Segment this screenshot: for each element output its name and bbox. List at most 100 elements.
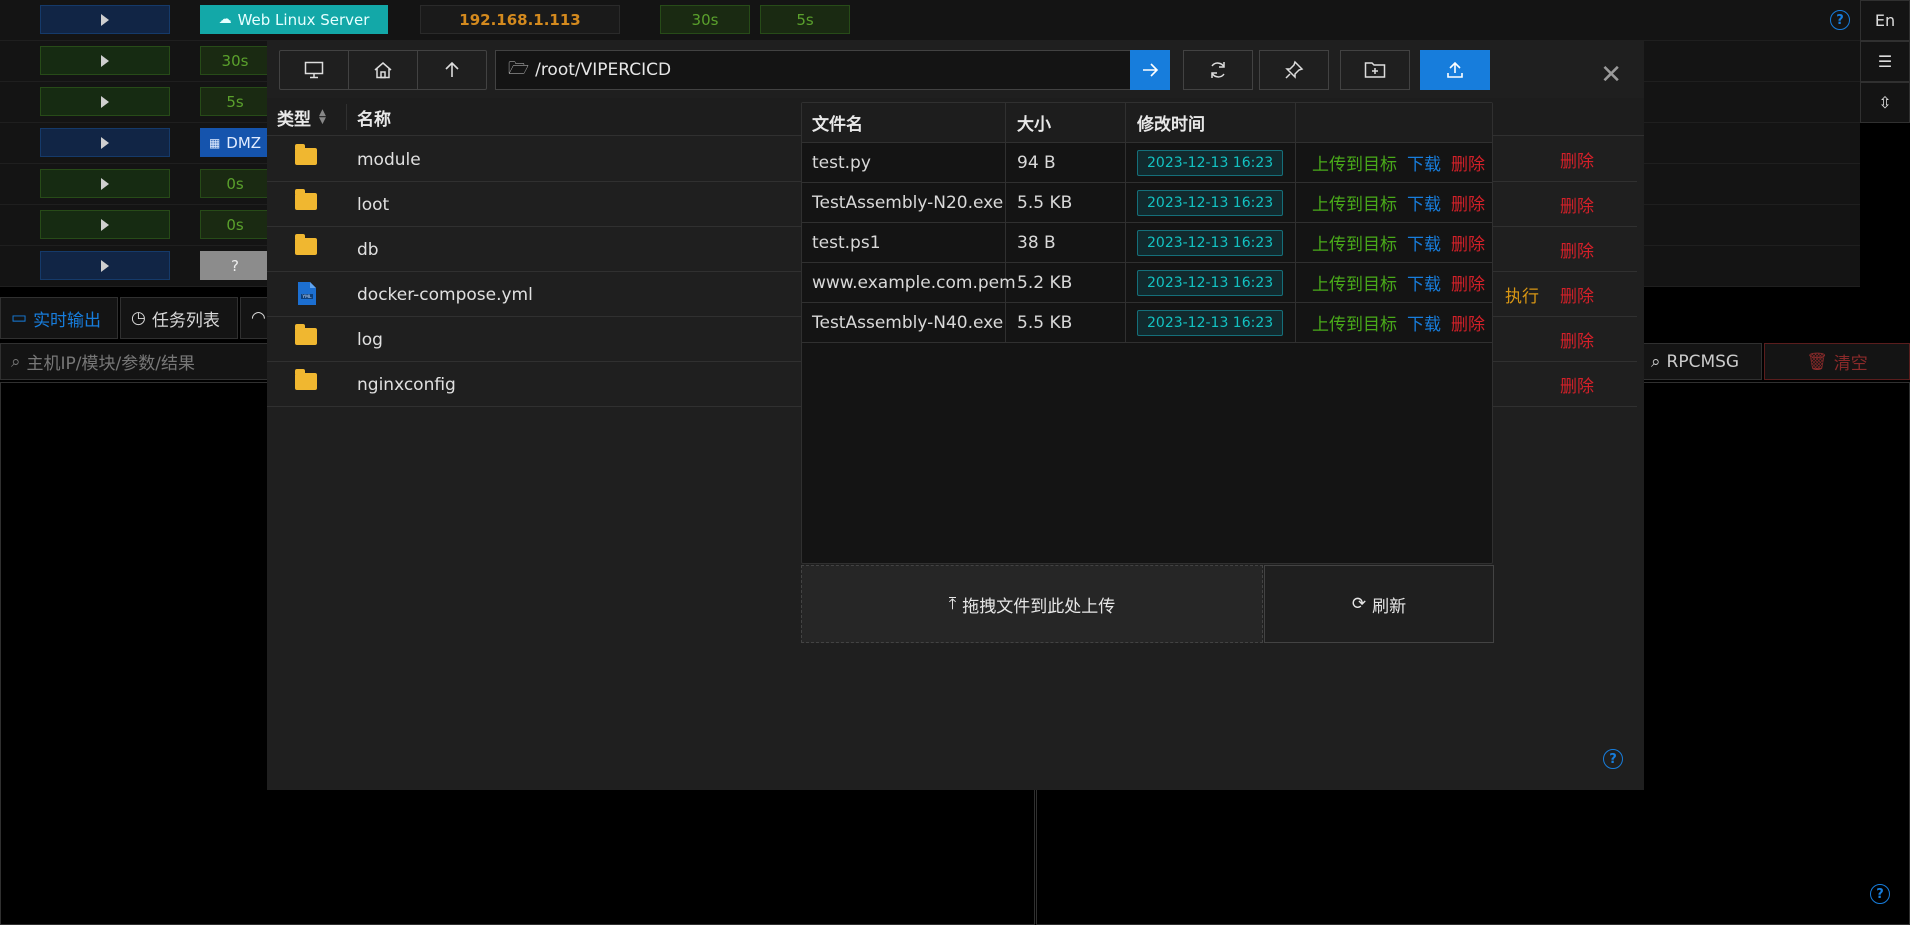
- home-button[interactable]: [348, 50, 418, 90]
- monitor-icon: [304, 61, 324, 79]
- table-row[interactable]: test.ps1 38 B 2023-12-13 16:23 上传到目标 下载 …: [802, 223, 1492, 263]
- item-name[interactable]: module: [357, 137, 421, 182]
- folder-add-icon: [1364, 62, 1386, 78]
- tab-task-list[interactable]: ◷ 任务列表: [120, 297, 238, 339]
- download-link[interactable]: 下载: [1407, 230, 1441, 255]
- expand-button[interactable]: [40, 251, 170, 280]
- help-icon[interactable]: ?: [1603, 749, 1623, 769]
- menu-icon[interactable]: ☰: [1860, 41, 1910, 82]
- file-name: test.py: [812, 152, 871, 173]
- refresh-button[interactable]: ⟳ 刷新: [1264, 565, 1494, 643]
- delete-link[interactable]: 删除: [1560, 317, 1594, 362]
- download-link[interactable]: 下载: [1407, 270, 1441, 295]
- path-input[interactable]: 🗁 /root/VIPERCICD: [495, 50, 1137, 90]
- heartbeat-badge: 30s: [660, 5, 750, 34]
- item-name[interactable]: docker-compose.yml: [357, 272, 533, 317]
- item-name[interactable]: db: [357, 227, 379, 272]
- table-row[interactable]: TestAssembly-N40.exe 5.5 KB 2023-12-13 1…: [802, 303, 1492, 343]
- expand-button[interactable]: [40, 46, 170, 75]
- tab-headset[interactable]: ◠: [240, 297, 270, 339]
- upload-icon: ⤒: [948, 594, 957, 614]
- column-type[interactable]: 类型 ▲ ▼: [277, 98, 326, 136]
- item-name[interactable]: loot: [357, 182, 389, 227]
- delete-link[interactable]: 删除: [1451, 150, 1485, 175]
- delete-link[interactable]: 删除: [1451, 230, 1485, 255]
- download-link[interactable]: 下载: [1407, 190, 1441, 215]
- clear-button[interactable]: 🗑 清空: [1764, 343, 1910, 380]
- download-link[interactable]: 下载: [1407, 310, 1441, 335]
- delete-link[interactable]: 删除: [1451, 190, 1485, 215]
- mtime-tag: 2023-12-13 16:23: [1137, 269, 1284, 296]
- language-button[interactable]: En: [1860, 0, 1910, 41]
- upload-icon: [1447, 61, 1463, 78]
- delete-link[interactable]: 删除: [1560, 137, 1594, 182]
- clock-icon: ◷: [131, 308, 146, 328]
- folder-icon: [295, 369, 317, 390]
- delete-link[interactable]: 删除: [1560, 272, 1594, 317]
- column-name: 名称: [357, 109, 391, 130]
- go-button[interactable]: [1130, 50, 1170, 90]
- tab-realtime-output[interactable]: ▭ 实时输出: [0, 297, 118, 339]
- host-row[interactable]: ☁ Web Linux Server 192.168.1.113 30s 5s …: [0, 0, 1860, 41]
- mtime-tag: 2023-12-13 16:23: [1137, 309, 1284, 336]
- expand-button[interactable]: [40, 210, 170, 239]
- table-row[interactable]: test.py 94 B 2023-12-13 16:23 上传到目标 下载 删…: [802, 143, 1492, 183]
- execute-link[interactable]: 执行: [1505, 272, 1539, 317]
- column-filename: 文件名: [812, 115, 863, 135]
- sync-icon: ⟳: [1351, 594, 1367, 614]
- close-icon[interactable]: ✕: [1600, 62, 1622, 88]
- trash-icon: 🗑: [1806, 351, 1828, 372]
- file-size: 38 B: [1017, 232, 1056, 253]
- play-icon: [101, 54, 109, 67]
- download-link[interactable]: 下载: [1407, 150, 1441, 175]
- mtime-tag: 2023-12-13 16:23: [1137, 229, 1284, 256]
- table-row[interactable]: TestAssembly-N20.exe 5.5 KB 2023-12-13 1…: [802, 183, 1492, 223]
- item-name[interactable]: log: [357, 317, 383, 362]
- delete-link[interactable]: 删除: [1560, 227, 1594, 272]
- heartbeat-badge: 0s: [200, 210, 270, 239]
- expand-button[interactable]: [40, 169, 170, 198]
- upload-to-target-link[interactable]: 上传到目标: [1312, 230, 1397, 255]
- folder-icon: [295, 324, 317, 345]
- host-tag: ☁ Web Linux Server: [200, 5, 388, 34]
- parent-dir-button[interactable]: [417, 50, 487, 90]
- reload-button[interactable]: [1183, 50, 1253, 90]
- heartbeat-badge: 0s: [200, 169, 270, 198]
- help-icon[interactable]: ?: [1830, 10, 1850, 30]
- upload-to-target-link[interactable]: 上传到目标: [1312, 310, 1397, 335]
- table-row[interactable]: www.example.com.pem 5.2 KB 2023-12-13 16…: [802, 263, 1492, 303]
- delete-link[interactable]: 删除: [1451, 310, 1485, 335]
- host-ip[interactable]: 192.168.1.113: [420, 5, 620, 34]
- heartbeat-badge: 5s: [200, 87, 270, 116]
- upload-button[interactable]: [1420, 50, 1490, 90]
- play-icon: [101, 95, 109, 108]
- upload-to-target-link[interactable]: 上传到目标: [1312, 150, 1397, 175]
- file-size: 94 B: [1017, 152, 1056, 173]
- file-table-header: 文件名 大小 修改时间: [802, 103, 1492, 143]
- network-tag: ▦ DMZ: [200, 128, 270, 157]
- pin-button[interactable]: [1259, 50, 1329, 90]
- file-name: TestAssembly-N20.exe: [812, 192, 1004, 213]
- new-folder-button[interactable]: [1340, 50, 1410, 90]
- delete-link[interactable]: 删除: [1560, 182, 1594, 227]
- help-icon[interactable]: ?: [1870, 884, 1890, 904]
- rpc-search-input[interactable]: ⌕ RPCMSG: [1640, 343, 1762, 380]
- column-mtime: 修改时间: [1137, 115, 1205, 135]
- upload-to-target-link[interactable]: 上传到目标: [1312, 190, 1397, 215]
- expand-button[interactable]: [40, 128, 170, 157]
- desktop-button[interactable]: [279, 50, 349, 90]
- expand-button[interactable]: [40, 5, 170, 34]
- file-icon: YML: [298, 282, 316, 305]
- upload-dropzone[interactable]: ⤒ 拖拽文件到此处上传: [801, 565, 1263, 643]
- mtime-tag: 2023-12-13 16:23: [1137, 189, 1284, 216]
- file-size: 5.5 KB: [1017, 192, 1073, 213]
- delete-link[interactable]: 删除: [1560, 362, 1594, 407]
- arrow-up-icon: [445, 61, 459, 77]
- cloud-icon: ☁: [218, 12, 232, 27]
- expand-button[interactable]: [40, 87, 170, 116]
- item-name[interactable]: nginxconfig: [357, 362, 456, 407]
- split-icon[interactable]: ⇳: [1860, 82, 1910, 123]
- delete-link[interactable]: 删除: [1451, 270, 1485, 295]
- upload-to-target-link[interactable]: 上传到目标: [1312, 270, 1397, 295]
- output-search-input[interactable]: ⌕ 主机IP/模块/参数/结果: [0, 343, 268, 380]
